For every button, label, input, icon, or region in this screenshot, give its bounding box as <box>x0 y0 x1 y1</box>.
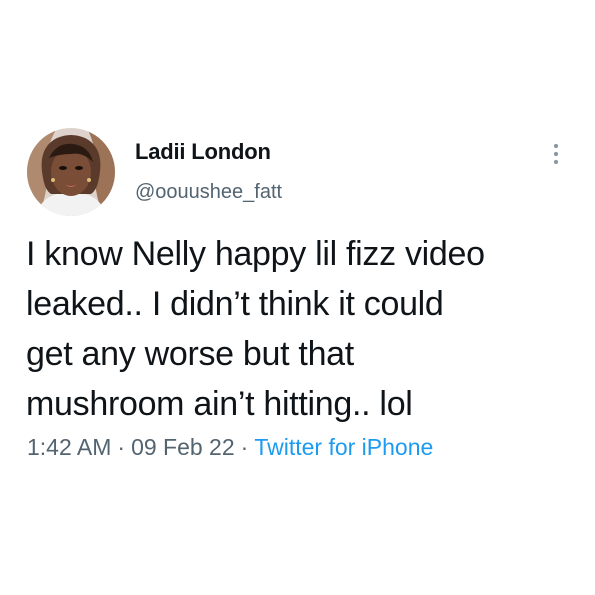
tweet-meta: 1:42 AM · 09 Feb 22 · Twitter for iPhone <box>27 434 433 461</box>
avatar[interactable] <box>27 128 115 216</box>
author-handle[interactable]: @oouushee_fatt <box>135 181 282 204</box>
tweet-text-line: get any worse but that <box>26 335 354 373</box>
meta-separator: · <box>240 434 249 460</box>
tweet-text: I know Nelly happy lil fizz video leaked… <box>26 229 576 429</box>
meta-separator: · <box>117 434 126 460</box>
tweet-time[interactable]: 1:42 AM <box>27 434 111 460</box>
tweet-text-line: leaked.. I didn’t think it could <box>26 285 444 323</box>
author-display-name[interactable]: Ladii London <box>135 139 271 165</box>
profile-photo-icon <box>27 128 115 216</box>
more-vertical-icon[interactable] <box>546 141 566 169</box>
tweet-text-line: I know Nelly happy lil fizz video <box>26 235 485 273</box>
tweet-date[interactable]: 09 Feb 22 <box>131 434 235 460</box>
tweet-card: Ladii London @oouushee_fatt I know Nelly… <box>0 0 595 595</box>
tweet-source-link[interactable]: Twitter for iPhone <box>254 434 433 460</box>
tweet-text-line: mushroom ain’t hitting.. lol <box>26 385 413 423</box>
